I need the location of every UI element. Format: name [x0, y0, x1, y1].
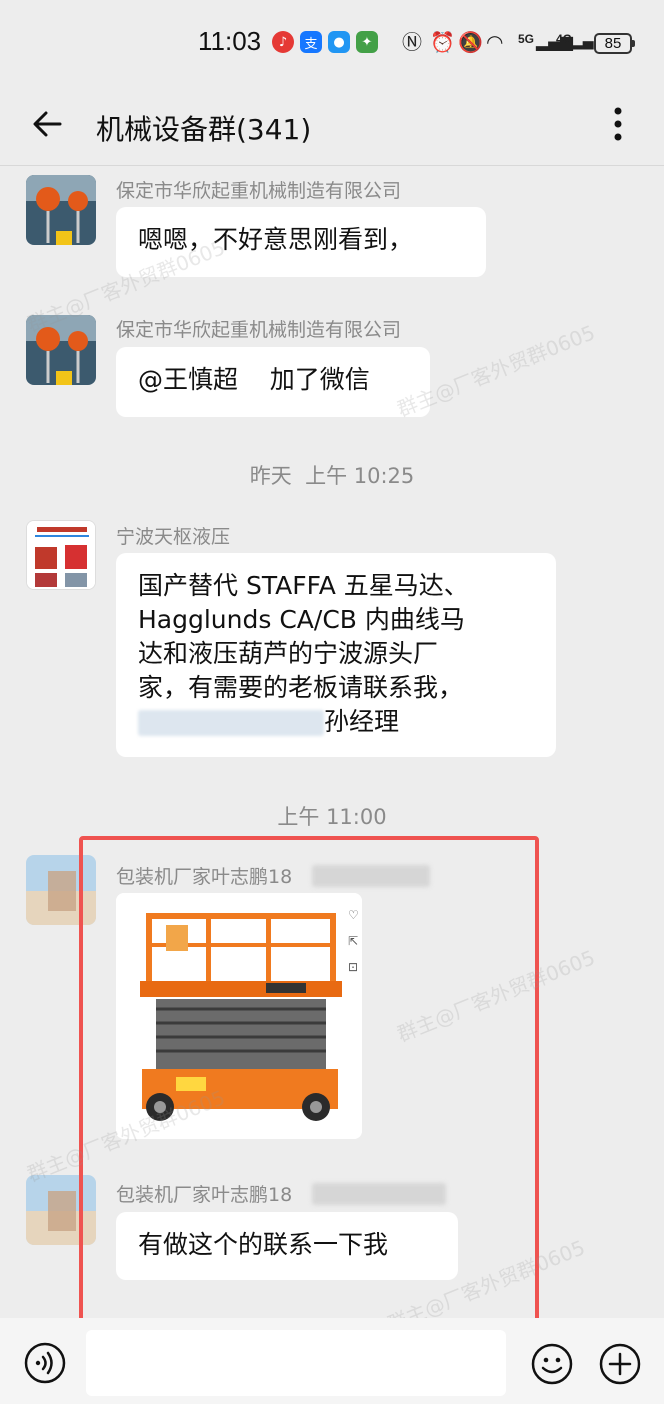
sender-name: 保定市华欣起重机械制造有限公司 [116, 319, 402, 341]
sender-name: 保定市华欣起重机械制造有限公司 [116, 180, 402, 202]
hydraulic-product-avatar-image [27, 521, 95, 589]
message-bubble[interactable]: 国产替代 STAFFA 五星马达、 Hagglunds CA/CB 内曲线马 达… [116, 553, 556, 757]
sender-name: 包装机厂家叶志鹏18 [116, 1184, 293, 1206]
time-divider: 上午 11:00 [277, 805, 387, 829]
redacted-number [312, 1183, 446, 1205]
avatar[interactable] [26, 855, 96, 925]
wifi-icon: ◠ [486, 30, 504, 54]
status-bar: 11:03 ♪ 支 ● ✦ Ⓝ ⏰ 🔕 ◠ 5G ▂▄▆ 4G ▂▄ 85 [0, 0, 664, 88]
avatar[interactable] [26, 1175, 96, 1245]
back-arrow-icon[interactable] [30, 106, 66, 142]
time-divider: 昨天 上午 10:25 [249, 464, 415, 488]
alarm-icon: ⏰ [430, 30, 455, 54]
image-message[interactable]: ♡ ⇱ ⊡ [116, 893, 362, 1139]
nfc-icon: Ⓝ [402, 30, 422, 54]
svg-text:♡: ♡ [348, 908, 359, 922]
message-input[interactable] [86, 1330, 506, 1396]
message-line: 国产替代 STAFFA 五星马达、 [138, 571, 469, 600]
game-app-icon: ✦ [356, 31, 378, 53]
redacted-number [312, 865, 430, 887]
chain-hoist-avatar-image [26, 175, 96, 245]
voice-icon[interactable] [24, 1342, 66, 1384]
more-options-icon[interactable] [604, 104, 632, 144]
page-title: 机械设备群(341) [96, 113, 312, 146]
network-4g-label: 4G [556, 32, 573, 46]
status-time: 11:03 [198, 26, 262, 56]
svg-text:⊡: ⊡ [348, 960, 358, 974]
battery-icon: 85 [594, 33, 635, 54]
avatar[interactable] [26, 315, 96, 385]
sender-name: 包装机厂家叶志鹏18 [116, 866, 293, 888]
contact-name: 孙经理 [324, 707, 400, 736]
blurred-avatar-image [26, 855, 96, 925]
blurred-avatar-image [26, 1175, 96, 1245]
avatar[interactable] [26, 520, 96, 590]
mute-icon: 🔕 [458, 30, 483, 54]
video-app-icon: ♪ [272, 31, 294, 53]
message-line-contact: 孙经理 [138, 705, 534, 739]
emoji-icon[interactable] [530, 1342, 574, 1386]
input-bar [0, 1318, 664, 1404]
sender-name: 宁波天枢液压 [116, 526, 231, 548]
avatar[interactable] [26, 175, 96, 245]
message-app-icon: ● [328, 31, 350, 53]
message-bubble[interactable]: @王慎超 加了微信 [116, 347, 430, 417]
message-line: Hagglunds CA/CB 内曲线马 [138, 605, 465, 634]
watermark: 群主@厂客外贸群0605 [393, 945, 599, 1047]
message-bubble[interactable]: 嗯嗯，不好意思刚看到， [116, 207, 486, 277]
message-bubble[interactable]: 有做这个的联系一下我 [116, 1212, 458, 1280]
message-line: 家，有需要的老板请联系我， [138, 673, 464, 702]
chat-header: 机械设备群(341) [0, 88, 664, 166]
chain-hoist-avatar-image [26, 315, 96, 385]
plus-icon[interactable] [598, 1342, 642, 1386]
svg-text:⇱: ⇱ [348, 934, 358, 948]
alipay-icon: 支 [300, 31, 322, 53]
redacted-phone [138, 710, 324, 736]
network-5g-label: 5G [518, 32, 535, 46]
message-line: 达和液压葫芦的宁波源头厂 [138, 639, 439, 668]
scissor-lift-photo: ♡ ⇱ ⊡ [116, 893, 362, 1139]
signal-icon-2: ▂▄ [572, 34, 594, 50]
